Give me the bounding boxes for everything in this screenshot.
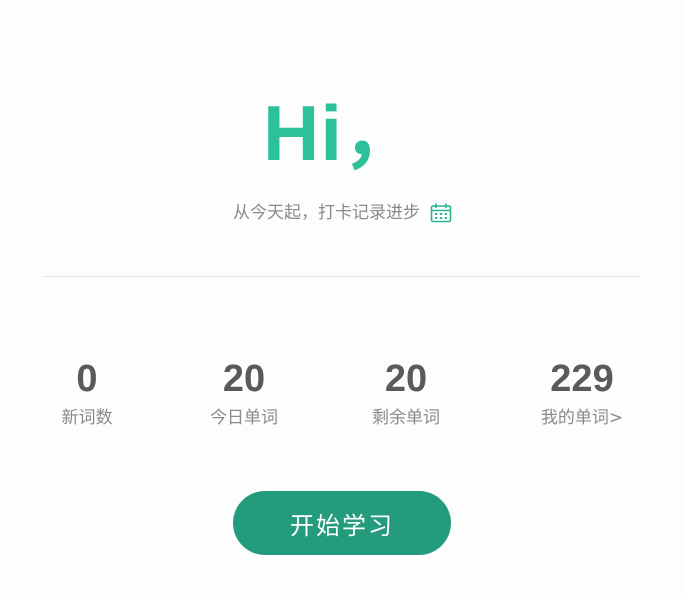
greeting-title: Hi， [262, 89, 422, 177]
section-divider [44, 276, 641, 277]
stat-today-words: 20 今日单词 [179, 356, 309, 432]
stat-remaining-words-label: 剩余单词 [372, 408, 440, 428]
calendar-icon[interactable] [430, 203, 452, 223]
stat-new-words-value: 0 [76, 358, 98, 400]
checkin-prompt[interactable]: 从今天起，打卡记录进步 [0, 200, 685, 226]
stat-today-words-value: 20 [222, 358, 266, 400]
stat-remaining-words-value: 20 [384, 358, 428, 400]
stats-row: 0 新词数 20 今日单词 20 剩余单词 229 我的单词> [0, 356, 685, 446]
home-screen: Hi， 从今天起，打卡记录进步 0 新词数 20 今日单词 20 剩余单词 22… [0, 0, 685, 594]
start-learning-button[interactable]: 开始学习 [233, 491, 451, 555]
stat-remaining-words: 20 剩余单词 [341, 356, 471, 432]
stat-new-words: 0 新词数 [22, 356, 152, 432]
stat-today-words-label: 今日单词 [210, 408, 278, 428]
stat-new-words-label: 新词数 [61, 408, 113, 428]
stat-my-words-value: 229 [550, 358, 614, 400]
stat-my-words[interactable]: 229 我的单词> [517, 356, 647, 432]
stat-my-words-link[interactable]: 我的单词> [517, 404, 647, 432]
calendar-icon-graphic [430, 203, 452, 223]
checkin-prompt-text: 从今天起，打卡记录进步 [233, 203, 420, 223]
